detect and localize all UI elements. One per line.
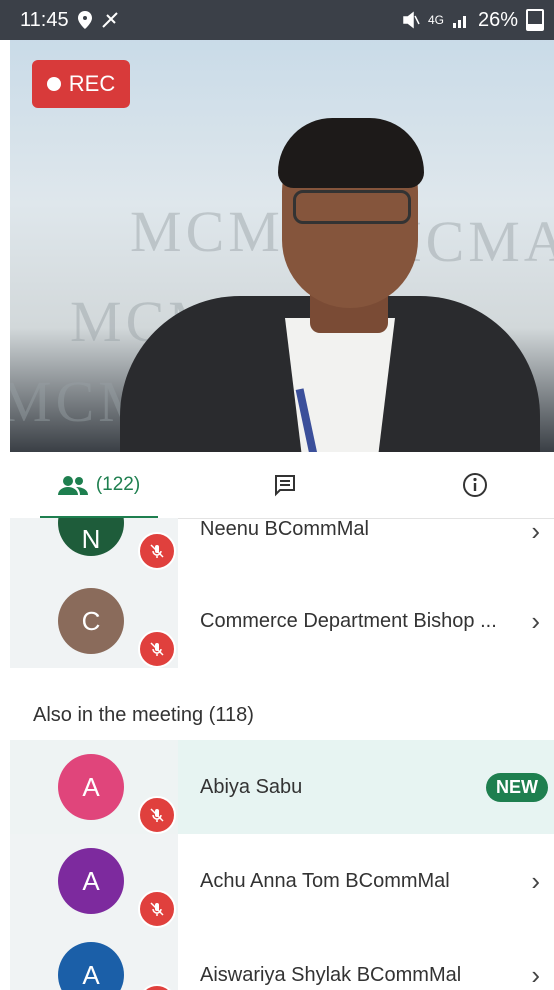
people-icon (57, 476, 88, 495)
participant-row[interactable]: A Achu Anna Tom BCommMal › (10, 834, 554, 928)
participant-row[interactable]: N Neenu BCommMal › (10, 518, 554, 574)
speaker-shirt (285, 318, 395, 452)
notification-icon (101, 12, 118, 28)
location-icon (77, 11, 92, 29)
chevron-right-icon[interactable]: › (531, 606, 540, 637)
section-title: Also in the meeting (118) (33, 704, 254, 726)
participant-name: Neenu BCommMal (200, 518, 369, 540)
tab-info[interactable] (450, 452, 500, 518)
record-dot-icon (46, 77, 61, 91)
avatar: A (58, 754, 124, 820)
participant-name: Achu Anna Tom BCommMal (200, 870, 450, 892)
mic-off-icon (138, 532, 176, 570)
chevron-right-icon[interactable]: › (531, 960, 540, 990)
status-bar: 11:45 4G 26% (0, 0, 554, 40)
avatar: C (58, 588, 124, 654)
rec-label: REC (68, 71, 116, 96)
recording-indicator: REC (32, 60, 130, 108)
mute-status-icon (403, 11, 420, 29)
signal-icon (452, 16, 466, 28)
participant-row[interactable]: A Aiswariya Shylak BCommMal › (10, 928, 554, 990)
chevron-right-icon[interactable]: › (531, 866, 540, 897)
tab-participants[interactable]: (122) (40, 452, 158, 519)
participant-name: Commerce Department Bishop ... (200, 610, 497, 632)
participant-name: Aiswariya Shylak BCommMal (200, 964, 462, 986)
participants-count: (122) (95, 474, 141, 495)
mic-off-icon (138, 796, 176, 834)
participant-row[interactable]: A Abiya Sabu NEW (10, 740, 554, 834)
avatar: A (58, 848, 124, 914)
speaker-glasses (293, 190, 411, 224)
network-label: 4G (427, 13, 444, 27)
participant-row[interactable]: C Commerce Department Bishop ... › (10, 574, 554, 668)
video-feed[interactable]: MCMAT MCMAT MCMAT MCMAT REC (10, 38, 554, 452)
new-badge: NEW (486, 773, 548, 802)
battery-percent: 26% (477, 8, 518, 31)
battery-icon (526, 9, 544, 31)
participant-name: Abiya Sabu (200, 776, 303, 798)
clock: 11:45 (20, 8, 69, 31)
speaker-hair (278, 118, 424, 188)
chat-icon (275, 475, 295, 497)
chevron-right-icon[interactable]: › (531, 518, 540, 547)
info-icon (463, 473, 487, 497)
tab-chat[interactable] (260, 452, 310, 518)
mic-off-icon (138, 630, 176, 668)
mic-off-icon (138, 890, 176, 928)
meeting-tabs: (122) (10, 452, 554, 519)
